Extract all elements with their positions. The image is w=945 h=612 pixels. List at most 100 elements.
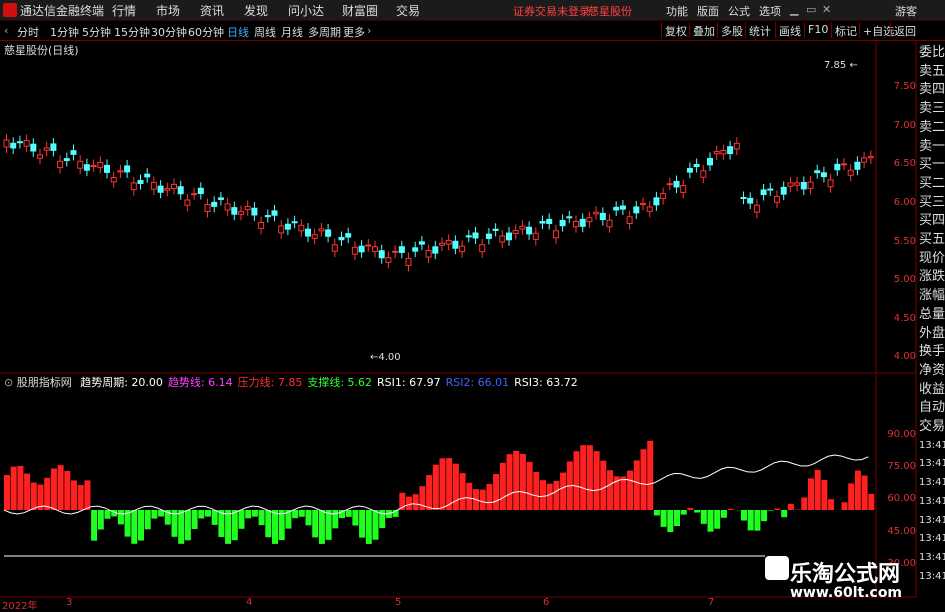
f10-button[interactable]: F10 [804, 22, 831, 38]
menu-news[interactable]: 资讯 [200, 2, 224, 19]
side-panel-item[interactable]: 现价 [919, 250, 945, 268]
indicator-bar [440, 458, 446, 510]
menu-wealth[interactable]: 财富圈 [342, 2, 378, 19]
rsi-indicator-chart[interactable] [0, 390, 876, 597]
indicator-bar [507, 454, 513, 510]
side-panel-item[interactable]: 13:41 [919, 493, 945, 511]
period-1min[interactable]: 1分钟 [50, 24, 79, 40]
side-panel-item[interactable]: 13:41 [919, 437, 945, 455]
side-panel-item[interactable]: 总量 [919, 306, 945, 324]
indicator-bar [265, 510, 271, 537]
overlay-button[interactable]: 叠加 [689, 22, 718, 38]
indicator-bar [641, 449, 647, 510]
menu-function[interactable]: 功能 [666, 3, 688, 19]
chevron-right-icon[interactable]: › [367, 24, 371, 37]
indicator-bar [239, 510, 245, 529]
minimize-icon[interactable]: ▁ [790, 3, 798, 16]
indicator-header: ⊙ 股朋指标网 趋势周期: 20.00趋势线: 6.14压力线: 7.85支撑线… [4, 374, 578, 390]
close-icon[interactable]: ✕ [822, 3, 831, 16]
period-multi[interactable]: 多周期 [308, 24, 341, 40]
period-weekly[interactable]: 周线 [254, 24, 276, 40]
side-panel-item[interactable]: 13:41 [919, 530, 945, 548]
back-button[interactable]: 返回 [890, 22, 919, 38]
draw-line-button[interactable]: 画线 [775, 22, 804, 38]
side-panel-item[interactable]: 收益 [919, 381, 945, 399]
guest-label[interactable]: 游客 [895, 3, 917, 19]
side-panel-item[interactable]: 13:41 [919, 549, 945, 567]
app-title: 通达信金融终端 [20, 2, 104, 19]
side-panel-item[interactable]: 买五 [919, 231, 945, 249]
side-panel-item[interactable]: 涨跌 [919, 268, 945, 286]
indicator-bar [406, 497, 412, 510]
side-panel-item[interactable]: 净资 [919, 362, 945, 380]
menu-formula[interactable]: 公式 [728, 3, 750, 19]
side-panel-item[interactable]: 自动 [919, 399, 945, 417]
side-panel-item[interactable]: 涨幅 [919, 287, 945, 305]
menu-ask[interactable]: 问小达 [288, 2, 324, 19]
indicator-bar [486, 484, 492, 510]
menu-discover[interactable]: 发现 [244, 2, 268, 19]
side-panel-item[interactable]: 买四 [919, 212, 945, 230]
side-panel-item[interactable]: 换手 [919, 343, 945, 361]
indicator-bar [761, 510, 767, 521]
side-panel-item[interactable]: 卖四 [919, 81, 945, 99]
period-5min[interactable]: 5分钟 [82, 24, 111, 40]
indicator-bar [560, 473, 566, 510]
indicator-bar [748, 510, 754, 530]
menu-options[interactable]: 选项 [759, 3, 781, 19]
restore-icon[interactable]: ▭ [806, 3, 816, 16]
period-60min[interactable]: 60分钟 [188, 24, 224, 40]
menu-layout[interactable]: 版面 [697, 3, 719, 19]
indicator-tick: 60.00 [876, 493, 916, 504]
indicator-bar [627, 471, 633, 510]
side-panel-item[interactable]: 交易 [919, 418, 945, 436]
indicator-field: 支撑线: 5.62 [307, 376, 372, 389]
menu-market-quotes[interactable]: 行情 [112, 2, 136, 19]
menu-market[interactable]: 市场 [156, 2, 180, 19]
indicator-bar [98, 510, 104, 530]
side-panel-item[interactable]: 13:41 [919, 474, 945, 492]
multi-stock-button[interactable]: 多股 [717, 22, 746, 38]
indicator-bar [44, 478, 50, 510]
statistics-button[interactable]: 统计 [745, 22, 774, 38]
side-panel-item[interactable]: 13:41 [919, 512, 945, 530]
indicator-values: 趋势周期: 20.00趋势线: 6.14压力线: 7.85支撑线: 5.62RS… [75, 376, 578, 389]
restore-rights-button[interactable]: 复权 [661, 22, 690, 38]
login-notice[interactable]: 证券交易未登录 [513, 3, 590, 19]
indicator-bar [600, 461, 606, 510]
side-panel-item[interactable]: 委比 [919, 44, 945, 62]
indicator-bar [31, 483, 37, 510]
date-label: 2022年 [2, 597, 37, 612]
indicator-name[interactable]: 股朋指标网 [17, 376, 72, 389]
side-panel-item[interactable]: 卖一 [919, 138, 945, 156]
indicator-bar [533, 472, 539, 510]
period-15min[interactable]: 15分钟 [114, 24, 150, 40]
collapse-icon[interactable]: ‹ [4, 24, 8, 37]
side-panel-item[interactable]: 卖五 [919, 63, 945, 81]
mark-button[interactable]: 标记 [831, 22, 860, 38]
title-bar: 通达信金融终端 行情 市场 资讯 发现 问小达 财富圈 交易 证券交易未登录 慈… [0, 0, 945, 21]
indicator-bar [58, 465, 64, 510]
side-panel-item[interactable]: 买二 [919, 175, 945, 193]
indicator-bar [64, 471, 70, 510]
menu-trade[interactable]: 交易 [396, 2, 420, 19]
side-panel-item[interactable]: 外盘 [919, 325, 945, 343]
period-monthly[interactable]: 月线 [281, 24, 303, 40]
period-daily[interactable]: 日线 [227, 24, 249, 40]
period-30min[interactable]: 30分钟 [151, 24, 187, 40]
indicator-tick: 90.00 [876, 429, 916, 440]
watermark-logo-icon [765, 556, 789, 580]
period-more[interactable]: 更多 [343, 24, 365, 40]
price-tick: 4.50 [876, 313, 916, 324]
indicator-toggle-icon[interactable]: ⊙ [4, 376, 13, 389]
indicator-bar [205, 510, 211, 517]
side-panel-item[interactable]: 买一 [919, 156, 945, 174]
period-intraday[interactable]: 分时 [17, 24, 39, 40]
side-panel-item[interactable]: 卖三 [919, 100, 945, 118]
indicator-bar [842, 502, 848, 510]
side-panel-item[interactable]: 卖二 [919, 119, 945, 137]
side-panel-item[interactable]: 13:41 [919, 455, 945, 473]
side-panel-item[interactable]: 13:41 [919, 568, 945, 586]
side-panel-item[interactable]: 买三 [919, 194, 945, 212]
indicator-bar [868, 494, 874, 510]
